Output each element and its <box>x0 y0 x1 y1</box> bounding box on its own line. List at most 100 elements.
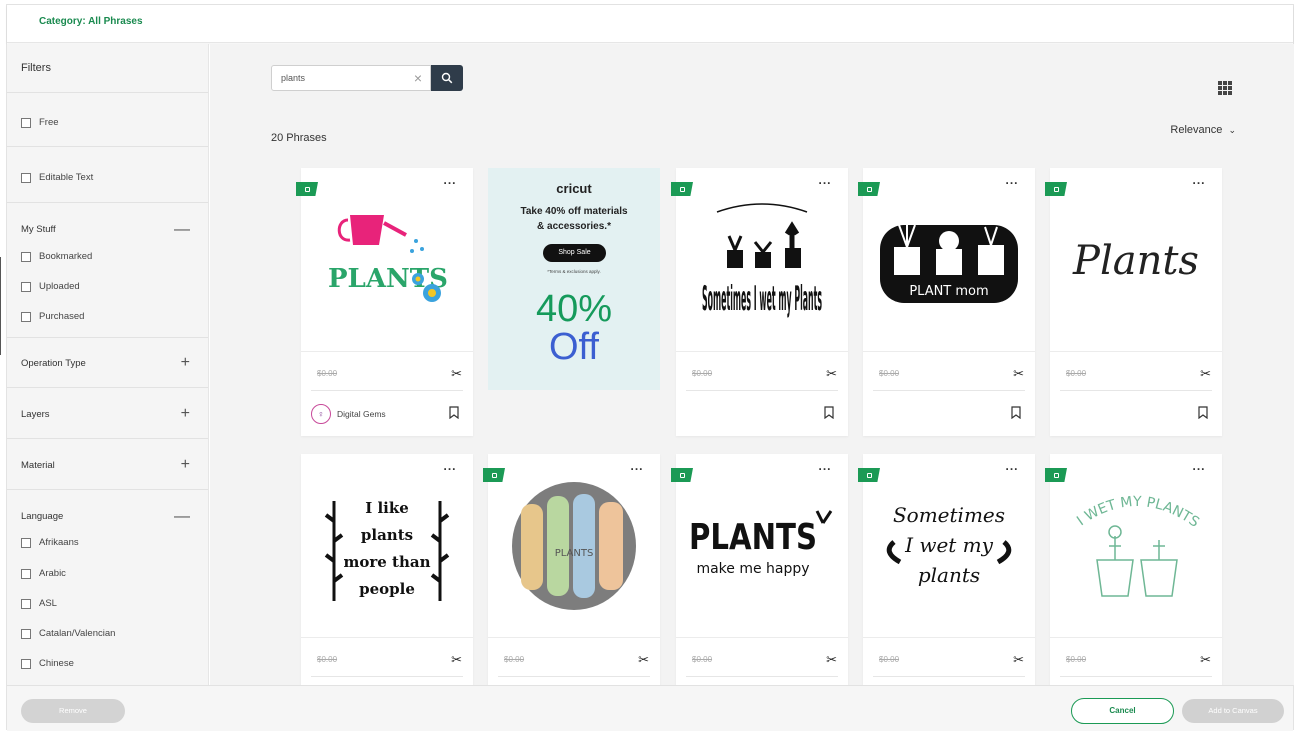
checkbox-box[interactable] <box>21 537 31 548</box>
more-options-icon[interactable]: ... <box>1187 174 1211 191</box>
layers-section[interactable]: Layers + <box>7 388 208 439</box>
bookmark-icon[interactable] <box>1198 406 1208 419</box>
remove-button[interactable]: Remove <box>21 699 125 723</box>
checkbox-box[interactable] <box>21 628 31 639</box>
checkbox-box[interactable] <box>21 117 31 128</box>
checkbox-box[interactable] <box>21 568 31 579</box>
card-divider <box>873 390 1025 391</box>
more-options-icon[interactable]: ... <box>813 174 837 191</box>
checkbox-box[interactable] <box>21 311 31 322</box>
ad-brand: cricut <box>556 181 592 196</box>
filters-sidebar: Filters Free Editable Text My Stuff — Bo… <box>7 44 209 685</box>
asl-checkbox[interactable]: ASL <box>21 598 57 609</box>
uploaded-checkbox[interactable]: Uploaded <box>21 281 80 292</box>
footer-bar: Remove Cancel Add to Canvas <box>7 685 1293 731</box>
author-avatar: ♀ <box>311 404 331 424</box>
card-divider <box>676 637 848 638</box>
price: $0.00 <box>317 369 338 378</box>
promo-banner[interactable]: cricut Take 40% off materials & accessor… <box>488 168 660 390</box>
phrase-card[interactable]: PLANTS ... $0.00 ✂ <box>483 454 660 685</box>
checkbox-box[interactable] <box>21 172 31 183</box>
more-options-icon[interactable]: ... <box>813 460 837 477</box>
more-options-icon[interactable]: ... <box>438 174 462 191</box>
phrase-image[interactable]: PLANTS make me happy <box>676 454 848 637</box>
card-divider <box>863 351 1035 352</box>
material-section[interactable]: Material + <box>7 439 208 490</box>
phrase-image[interactable]: PLANT mom <box>863 168 1035 351</box>
art-text: Sometimes I wet my Plants <box>702 279 822 319</box>
bookmark-icon[interactable] <box>824 406 834 419</box>
chinese-checkbox[interactable]: Chinese <box>21 658 74 669</box>
sort-label: Relevance <box>1170 124 1223 136</box>
purchased-checkbox[interactable]: Purchased <box>21 311 84 322</box>
grid-view-icon[interactable] <box>1218 81 1232 95</box>
editable-text-label: Editable Text <box>39 172 94 183</box>
card-divider <box>1060 390 1212 391</box>
more-options-icon[interactable]: ... <box>1000 174 1024 191</box>
art-text: PLANTS <box>555 548 594 559</box>
phrase-card[interactable]: Sometimes I wet my plants ... $0.00 ✂ <box>858 454 1035 685</box>
cancel-button[interactable]: Cancel <box>1071 698 1174 724</box>
phrase-card[interactable]: I WET MY PLANTS ... $0.00 ✂ <box>1045 454 1222 685</box>
phrase-image[interactable]: Sometimes I wet my Plants <box>676 168 848 351</box>
bookmark-icon[interactable] <box>449 406 459 419</box>
catalan-checkbox[interactable]: Catalan/Valencian <box>21 628 115 639</box>
free-badge <box>296 182 318 196</box>
card-divider <box>301 637 473 638</box>
language-section: Language — Afrikaans Arabic ASL Catalan/… <box>7 490 208 685</box>
phrase-image[interactable]: Sometimes I wet my plants <box>863 454 1035 637</box>
checkbox-box[interactable] <box>21 598 31 609</box>
phrase-image[interactable]: I like plants more than people <box>301 454 473 637</box>
expand-icon[interactable]: + <box>181 457 190 473</box>
phrase-card[interactable]: PLANTS make me happy ... $0.00 ✂ <box>671 454 848 685</box>
arabic-checkbox[interactable]: Arabic <box>21 568 66 579</box>
phrase-image[interactable]: I WET MY PLANTS <box>1050 454 1222 637</box>
phrase-card[interactable]: Sometimes I wet my Plants ... $0.00 ✂ <box>671 168 848 436</box>
more-options-icon[interactable]: ... <box>1187 460 1211 477</box>
art-text: Plants <box>1072 238 1199 284</box>
checkbox-box[interactable] <box>21 281 31 292</box>
filters-title: Filters <box>21 62 51 74</box>
bookmark-icon[interactable] <box>1011 406 1021 419</box>
card-divider <box>301 351 473 352</box>
free-filter-section: Free <box>7 93 208 147</box>
more-options-icon[interactable]: ... <box>438 460 462 477</box>
price: $0.00 <box>1066 369 1087 378</box>
checkbox-box[interactable] <box>21 658 31 669</box>
phrase-card[interactable]: I like plants more than people ... $0.00… <box>301 454 473 685</box>
category-label: Category: All Phrases <box>39 16 143 27</box>
card-divider <box>1050 637 1222 638</box>
phrase-card[interactable]: PLANT mom ... $0.00 ✂ <box>858 168 1035 436</box>
checkbox-box[interactable] <box>21 251 31 262</box>
editable-text-checkbox[interactable]: Editable Text <box>21 172 93 183</box>
phrase-image[interactable]: PLANTS <box>301 168 473 351</box>
search-input[interactable] <box>281 73 401 83</box>
price: $0.00 <box>692 655 713 664</box>
free-badge <box>483 468 505 482</box>
phrase-image[interactable]: PLANTS <box>488 454 660 637</box>
card-divider <box>1050 351 1222 352</box>
price: $0.00 <box>879 655 900 664</box>
price: $0.00 <box>317 655 338 664</box>
phrase-card[interactable]: PLANTS ... $0.00 ✂ ♀ Digital Gems <box>296 168 473 436</box>
operation-type-section[interactable]: Operation Type + <box>7 338 208 388</box>
expand-icon[interactable]: + <box>181 355 190 371</box>
afrikaans-checkbox[interactable]: Afrikaans <box>21 537 79 548</box>
clear-icon[interactable]: × <box>414 70 422 86</box>
phrase-image[interactable]: Plants <box>1050 168 1222 351</box>
more-options-icon[interactable]: ... <box>1000 460 1024 477</box>
collapse-icon[interactable]: — <box>174 509 190 525</box>
collapse-icon[interactable]: — <box>174 222 190 238</box>
uploaded-label: Uploaded <box>39 281 80 292</box>
bookmarked-checkbox[interactable]: Bookmarked <box>21 251 92 262</box>
search-button[interactable] <box>431 65 463 91</box>
sort-dropdown[interactable]: Relevance ⌄ <box>1170 124 1236 136</box>
window-edge-marker <box>0 257 1 355</box>
shop-sale-button[interactable]: Shop Sale <box>543 244 606 262</box>
phrase-card[interactable]: Plants ... $0.00 ✂ <box>1045 168 1222 436</box>
author[interactable]: ♀ Digital Gems <box>311 404 386 424</box>
free-checkbox[interactable]: Free <box>21 117 59 128</box>
add-to-canvas-button[interactable]: Add to Canvas <box>1182 699 1284 723</box>
expand-icon[interactable]: + <box>181 406 190 422</box>
more-options-icon[interactable]: ... <box>625 460 649 477</box>
